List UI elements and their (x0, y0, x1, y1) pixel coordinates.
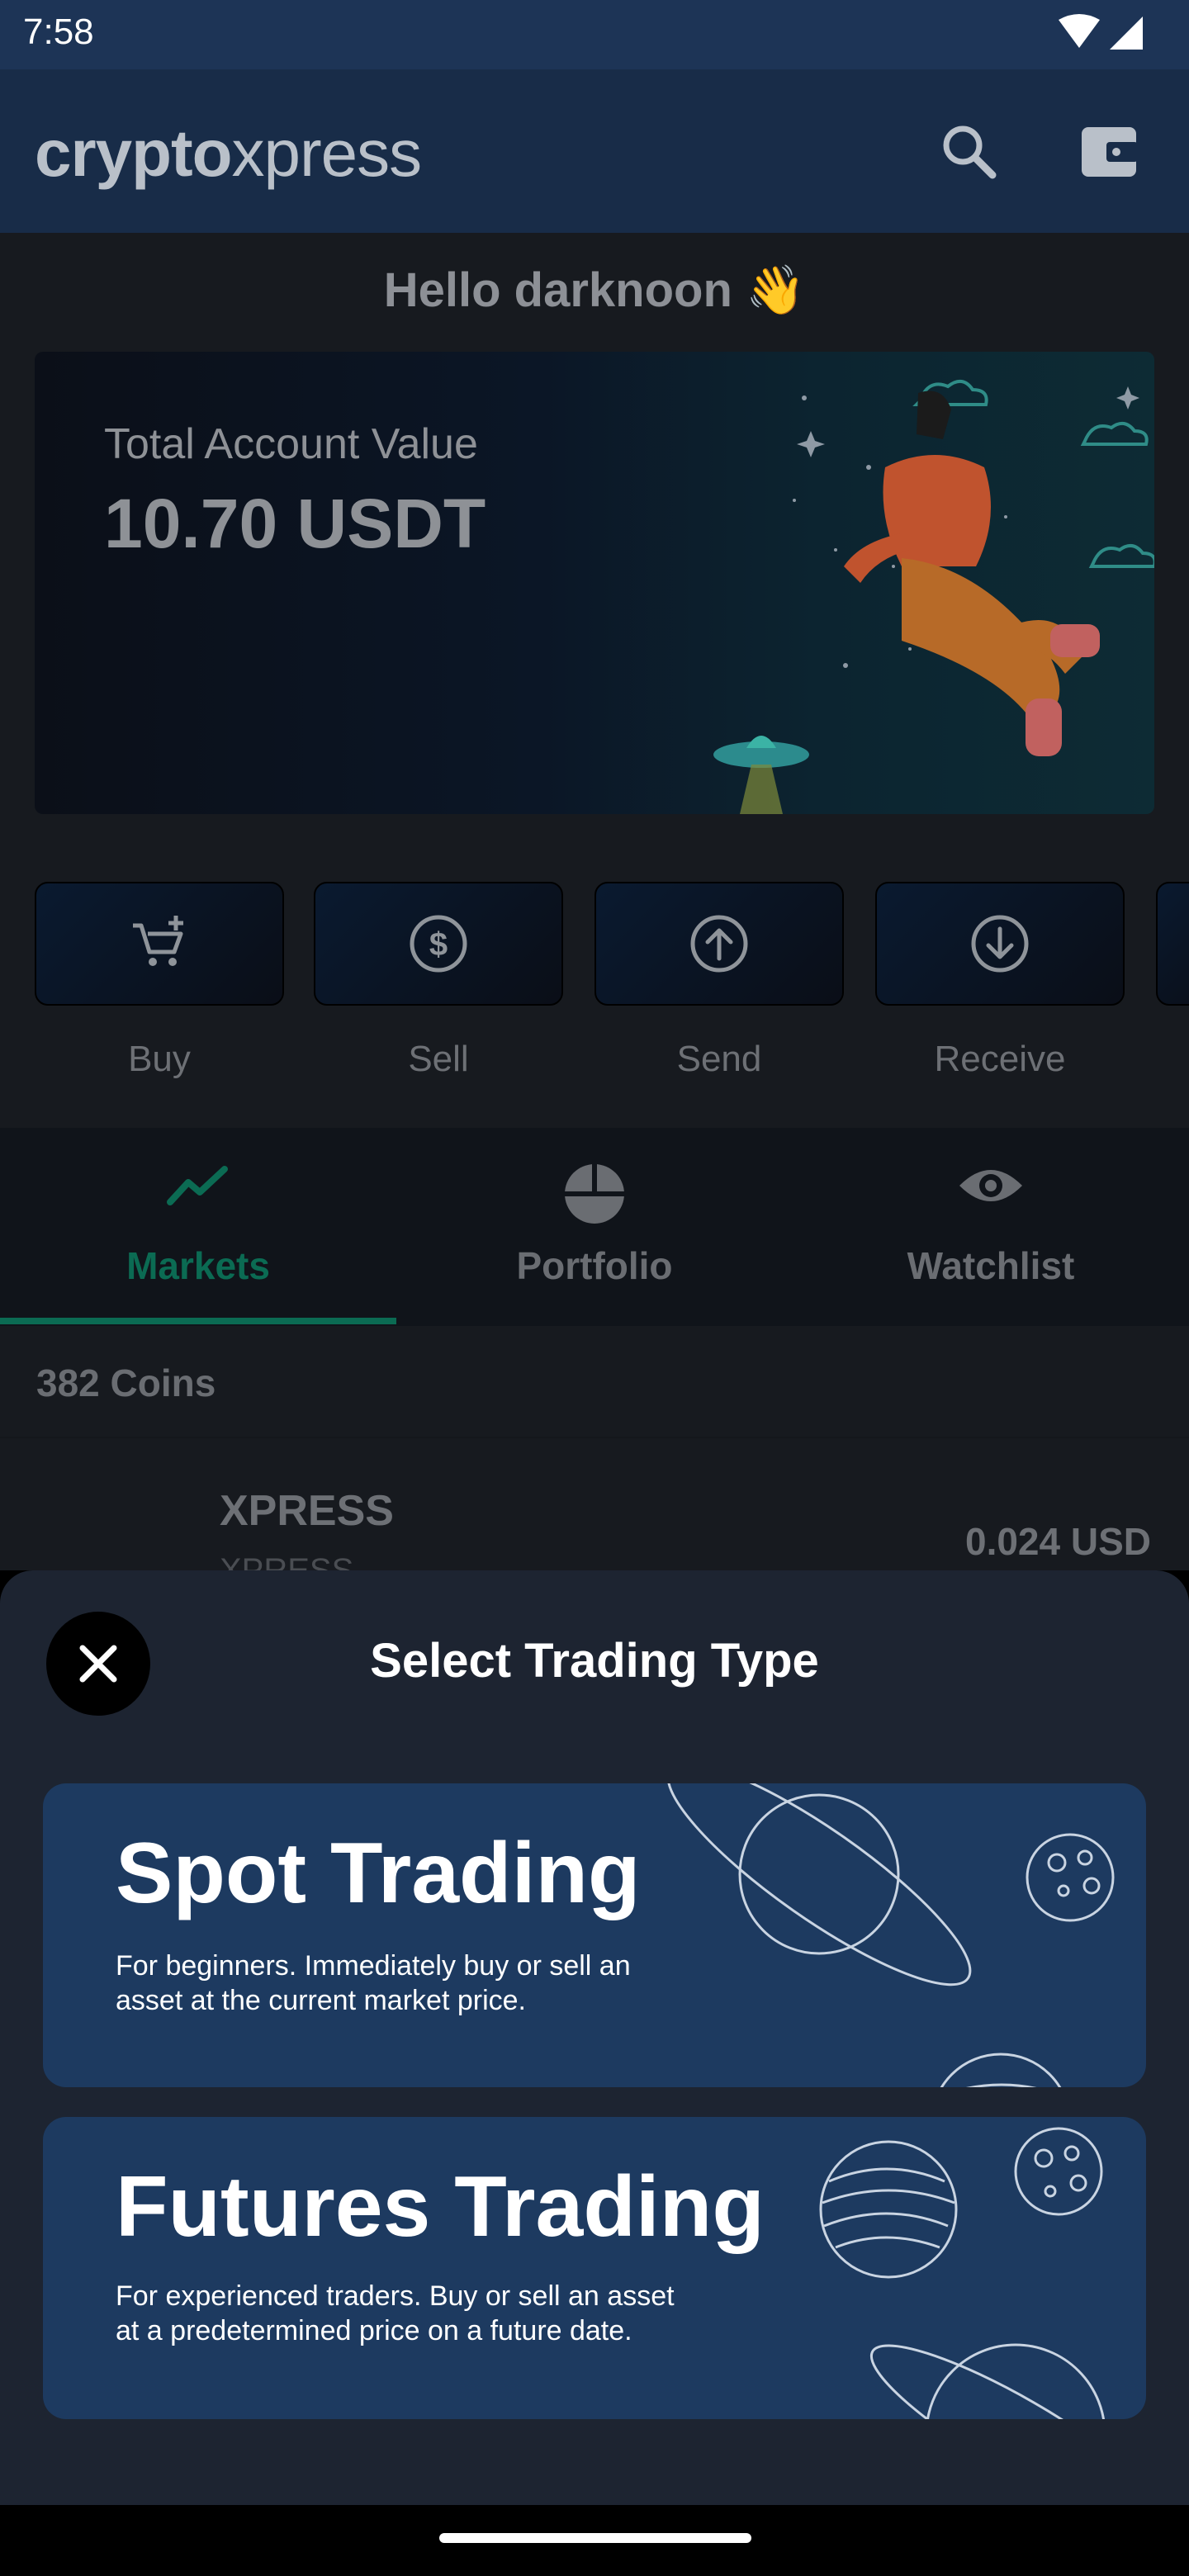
pie-chart-icon (565, 1164, 624, 1224)
tab-watchlist-label: Watchlist (907, 1244, 1075, 1287)
account-value: 10.70 USDT (104, 485, 486, 562)
arrow-down-circle-icon (971, 915, 1029, 973)
trend-icon (167, 1166, 228, 1205)
greeting: Hello darknoon 👋 (383, 263, 806, 317)
eye-icon (959, 1170, 1022, 1201)
wallet-icon[interactable] (1078, 121, 1141, 183)
account-card[interactable]: Total Account Value 10.70 USDT (35, 352, 1154, 814)
futures-trading-title: Futures Trading (116, 2159, 765, 2255)
futures-trading-card[interactable]: Futures Trading For experienced traders.… (43, 2117, 1146, 2419)
arrow-up-circle-icon (690, 915, 748, 973)
spot-trading-description: For beginners. Immediately buy or sell a… (116, 1950, 631, 2016)
app-logo: cryptoxpress (35, 116, 422, 190)
app-bar: cryptoxpress (0, 69, 1189, 233)
buy-label: Buy (128, 1039, 191, 1079)
send-label: Send (676, 1039, 762, 1079)
dollar-circle-icon: $ (410, 915, 467, 973)
buy-button[interactable] (35, 882, 284, 1006)
more-actions-button[interactable] (1156, 882, 1189, 1006)
receive-label: Receive (934, 1039, 1066, 1079)
status-bar: 7:58 (0, 0, 1189, 69)
home-gesture-handle[interactable] (439, 2533, 751, 2543)
sell-label: Sell (408, 1039, 469, 1079)
send-button[interactable] (594, 882, 844, 1006)
status-time: 7:58 (23, 12, 94, 52)
tab-portfolio[interactable]: Portfolio (396, 1128, 793, 1326)
coin-name: XPRESS (220, 1487, 394, 1535)
tab-markets[interactable]: Markets (0, 1128, 396, 1326)
tab-watchlist[interactable]: Watchlist (793, 1128, 1189, 1326)
wifi-icon (1059, 14, 1100, 48)
signal-icons (1059, 14, 1143, 50)
active-tab-indicator (0, 1318, 396, 1324)
account-value-label: Total Account Value (104, 420, 478, 468)
cart-plus-icon (133, 916, 183, 966)
search-icon[interactable] (938, 121, 1001, 183)
spot-trading-title: Spot Trading (116, 1825, 641, 1921)
cell-signal-icon (1110, 17, 1143, 50)
astronaut-illustration (713, 380, 1154, 814)
futures-trading-description: For experienced traders. Buy or sell an … (116, 2280, 675, 2346)
svg-text:$: $ (429, 926, 448, 963)
coin-price: 0.024 USD (964, 1520, 1151, 1563)
receive-button[interactable] (875, 882, 1125, 1006)
spot-trading-card[interactable]: Spot Trading For beginners. Immediately … (43, 1783, 1146, 2087)
tab-markets-label: Markets (126, 1244, 270, 1287)
coins-count: 382 Coins (36, 1361, 216, 1404)
sheet-title: Select Trading Type (370, 1634, 819, 1688)
tab-portfolio-label: Portfolio (516, 1244, 673, 1287)
sell-button[interactable]: $ (314, 882, 563, 1006)
